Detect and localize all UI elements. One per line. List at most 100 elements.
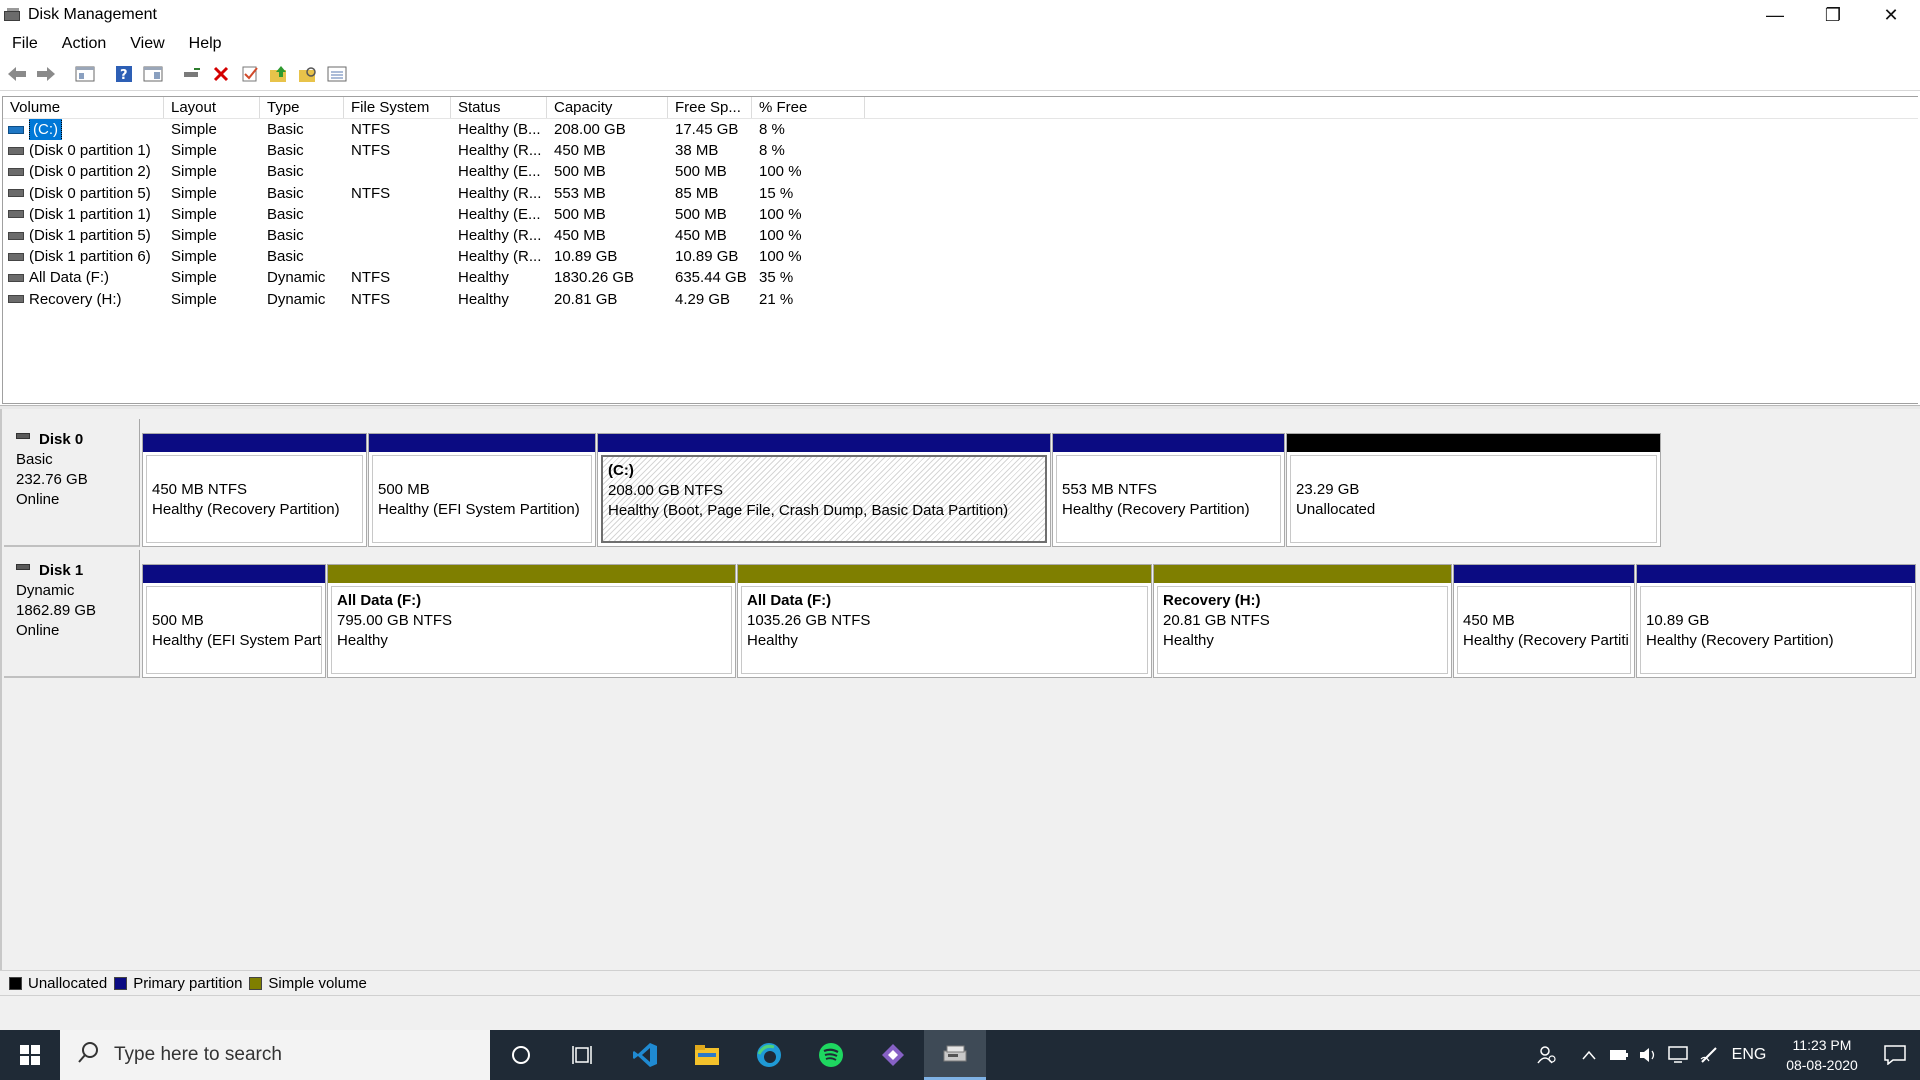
disk-row: Disk 1 Dynamic 1862.89 GB Online 500 MB …	[2, 550, 1920, 678]
primary-partition-bar	[598, 434, 1050, 452]
volume-file-system: NTFS	[351, 121, 391, 138]
language-indicator[interactable]: ENG	[1724, 1030, 1774, 1080]
partition-block[interactable]: 10.89 GB Healthy (Recovery Partition)	[1636, 564, 1916, 678]
volume-type: Basic	[267, 248, 304, 266]
people-icon[interactable]	[1532, 1030, 1562, 1080]
volume-percent-free: 15 %	[759, 184, 794, 202]
partition-status: Healthy (Recovery Partition)	[152, 501, 340, 518]
column-percent-free[interactable]: % Free	[752, 97, 865, 118]
battery-icon[interactable]	[1604, 1030, 1634, 1080]
volume-type: Basic	[267, 205, 304, 223]
vscode-icon[interactable]	[614, 1030, 676, 1080]
volume-block[interactable]: All Data (F:) 1035.26 GB NTFS Healthy	[737, 564, 1152, 678]
network-icon[interactable]	[1664, 1030, 1694, 1080]
windows-start-icon[interactable]	[0, 1030, 60, 1080]
volume-type: Dynamic	[267, 290, 326, 308]
edge-icon[interactable]	[738, 1030, 800, 1080]
column-capacity[interactable]: Capacity	[547, 97, 668, 118]
volume-block[interactable]: Recovery (H:) 20.81 GB NTFS Healthy	[1153, 564, 1452, 678]
volume-row[interactable]: (Disk 0 partition 2) Simple Basic Health…	[3, 161, 1918, 182]
check-icon[interactable]	[237, 61, 263, 87]
taskbar-search-box[interactable]: Type here to search	[60, 1030, 490, 1080]
unallocated-block[interactable]: 23.29 GB Unallocated	[1286, 433, 1661, 547]
disk-1-label[interactable]: Disk 1 Dynamic 1862.89 GB Online	[4, 550, 140, 678]
volume-status: Healthy (R...	[458, 226, 542, 244]
cortana-icon[interactable]	[490, 1030, 552, 1080]
menu-help[interactable]: Help	[177, 35, 234, 53]
volume-file-system	[344, 161, 451, 182]
volume-status: Healthy (R...	[458, 184, 542, 202]
volume-capacity: 553 MB	[554, 184, 606, 202]
column-type[interactable]: Type	[260, 97, 344, 118]
volume-row[interactable]: (Disk 0 partition 5) Simple Basic NTFS H…	[3, 183, 1918, 204]
drive-icon	[8, 189, 24, 198]
legend-label: Simple volume	[268, 974, 367, 992]
console-tree-icon[interactable]	[72, 61, 98, 87]
spotify-icon[interactable]	[800, 1030, 862, 1080]
volume-block[interactable]: All Data (F:) 795.00 GB NTFS Healthy	[327, 564, 736, 678]
column-file-system[interactable]: File System	[344, 97, 451, 118]
volume-icon[interactable]	[1634, 1030, 1664, 1080]
volume-type: Basic	[267, 226, 304, 244]
partition-block[interactable]: 450 MB Healthy (Recovery Partiti	[1453, 564, 1635, 678]
partition-block-selected[interactable]: (C:) 208.00 GB NTFS Healthy (Boot, Page …	[597, 433, 1051, 547]
minimize-button[interactable]: —	[1746, 0, 1804, 30]
partition-size: 795.00 GB NTFS	[337, 612, 453, 629]
volume-row[interactable]: Recovery (H:) Simple Dynamic NTFS Health…	[3, 289, 1918, 310]
forward-arrow-icon[interactable]	[33, 61, 59, 87]
delete-icon[interactable]	[208, 61, 234, 87]
list-view-icon[interactable]	[324, 61, 350, 87]
column-volume[interactable]: Volume	[3, 97, 164, 118]
volume-row[interactable]: (Disk 1 partition 1) Simple Basic Health…	[3, 204, 1918, 225]
partition-block[interactable]: 450 MB NTFS Healthy (Recovery Partition)	[142, 433, 367, 547]
column-free-space[interactable]: Free Sp...	[668, 97, 752, 118]
disk-type: Dynamic	[16, 582, 75, 599]
volume-row[interactable]: (Disk 0 partition 1) Simple Basic NTFS H…	[3, 140, 1918, 161]
drive-icon	[8, 210, 24, 219]
disk-0-label[interactable]: Disk 0 Basic 232.76 GB Online	[4, 419, 140, 547]
volume-percent-free: 21 %	[759, 290, 794, 308]
status-bar	[0, 996, 1920, 1030]
menu-action[interactable]: Action	[50, 35, 118, 53]
volume-capacity: 1830.26 GB	[554, 269, 635, 287]
partition-block[interactable]: 553 MB NTFS Healthy (Recovery Partition)	[1052, 433, 1285, 547]
search-placeholder: Type here to search	[114, 1044, 282, 1065]
notification-icon[interactable]	[1870, 1030, 1920, 1080]
visual-studio-icon[interactable]	[862, 1030, 924, 1080]
volume-row[interactable]: (C:) Simple Basic NTFS Healthy (B... 208…	[3, 119, 1918, 141]
file-explorer-icon[interactable]	[676, 1030, 738, 1080]
volume-file-system: NTFS	[351, 269, 391, 287]
pen-icon[interactable]	[1694, 1030, 1724, 1080]
volume-row[interactable]: All Data (F:) Simple Dynamic NTFS Health…	[3, 267, 1918, 288]
menu-view[interactable]: View	[118, 35, 176, 53]
volume-layout: Simple	[171, 290, 217, 308]
disk-row: Disk 0 Basic 232.76 GB Online 450 MB NTF…	[2, 419, 1920, 547]
partition-label: Recovery (H:)	[1163, 592, 1261, 609]
chevron-up-icon[interactable]	[1574, 1030, 1604, 1080]
volume-row[interactable]: (Disk 1 partition 5) Simple Basic Health…	[3, 225, 1918, 246]
volume-layout: Simple	[171, 269, 217, 287]
partition-size: 500 MB	[378, 481, 430, 498]
taskbar: Type here to search ENG 11:23 PM 08-08-2…	[0, 1030, 1920, 1080]
column-layout[interactable]: Layout	[164, 97, 260, 118]
folder-up-icon[interactable]	[266, 61, 292, 87]
partition-block[interactable]: 500 MB Healthy (EFI System Partition)	[368, 433, 596, 547]
partition-status: Healthy	[747, 632, 798, 649]
help-icon[interactable]: ?	[111, 61, 137, 87]
connect-icon[interactable]	[179, 61, 205, 87]
clock[interactable]: 11:23 PM 08-08-2020	[1774, 1035, 1870, 1075]
back-arrow-icon[interactable]	[4, 61, 30, 87]
legend-label: Primary partition	[133, 974, 243, 992]
restore-button[interactable]: ❐	[1804, 0, 1862, 30]
task-view-icon[interactable]	[552, 1030, 614, 1080]
volume-row[interactable]: (Disk 1 partition 6) Simple Basic Health…	[3, 246, 1918, 267]
menu-file[interactable]: File	[0, 35, 50, 53]
folder-search-icon[interactable]	[295, 61, 321, 87]
volume-free-space: 4.29 GB	[675, 290, 731, 308]
disk-management-icon[interactable]	[924, 1030, 986, 1080]
volume-name: (Disk 1 partition 5)	[29, 227, 151, 245]
partition-block[interactable]: 500 MB Healthy (EFI System Parti	[142, 564, 326, 678]
column-status[interactable]: Status	[451, 97, 547, 118]
properties-icon[interactable]	[140, 61, 166, 87]
close-button[interactable]: ✕	[1862, 0, 1920, 30]
